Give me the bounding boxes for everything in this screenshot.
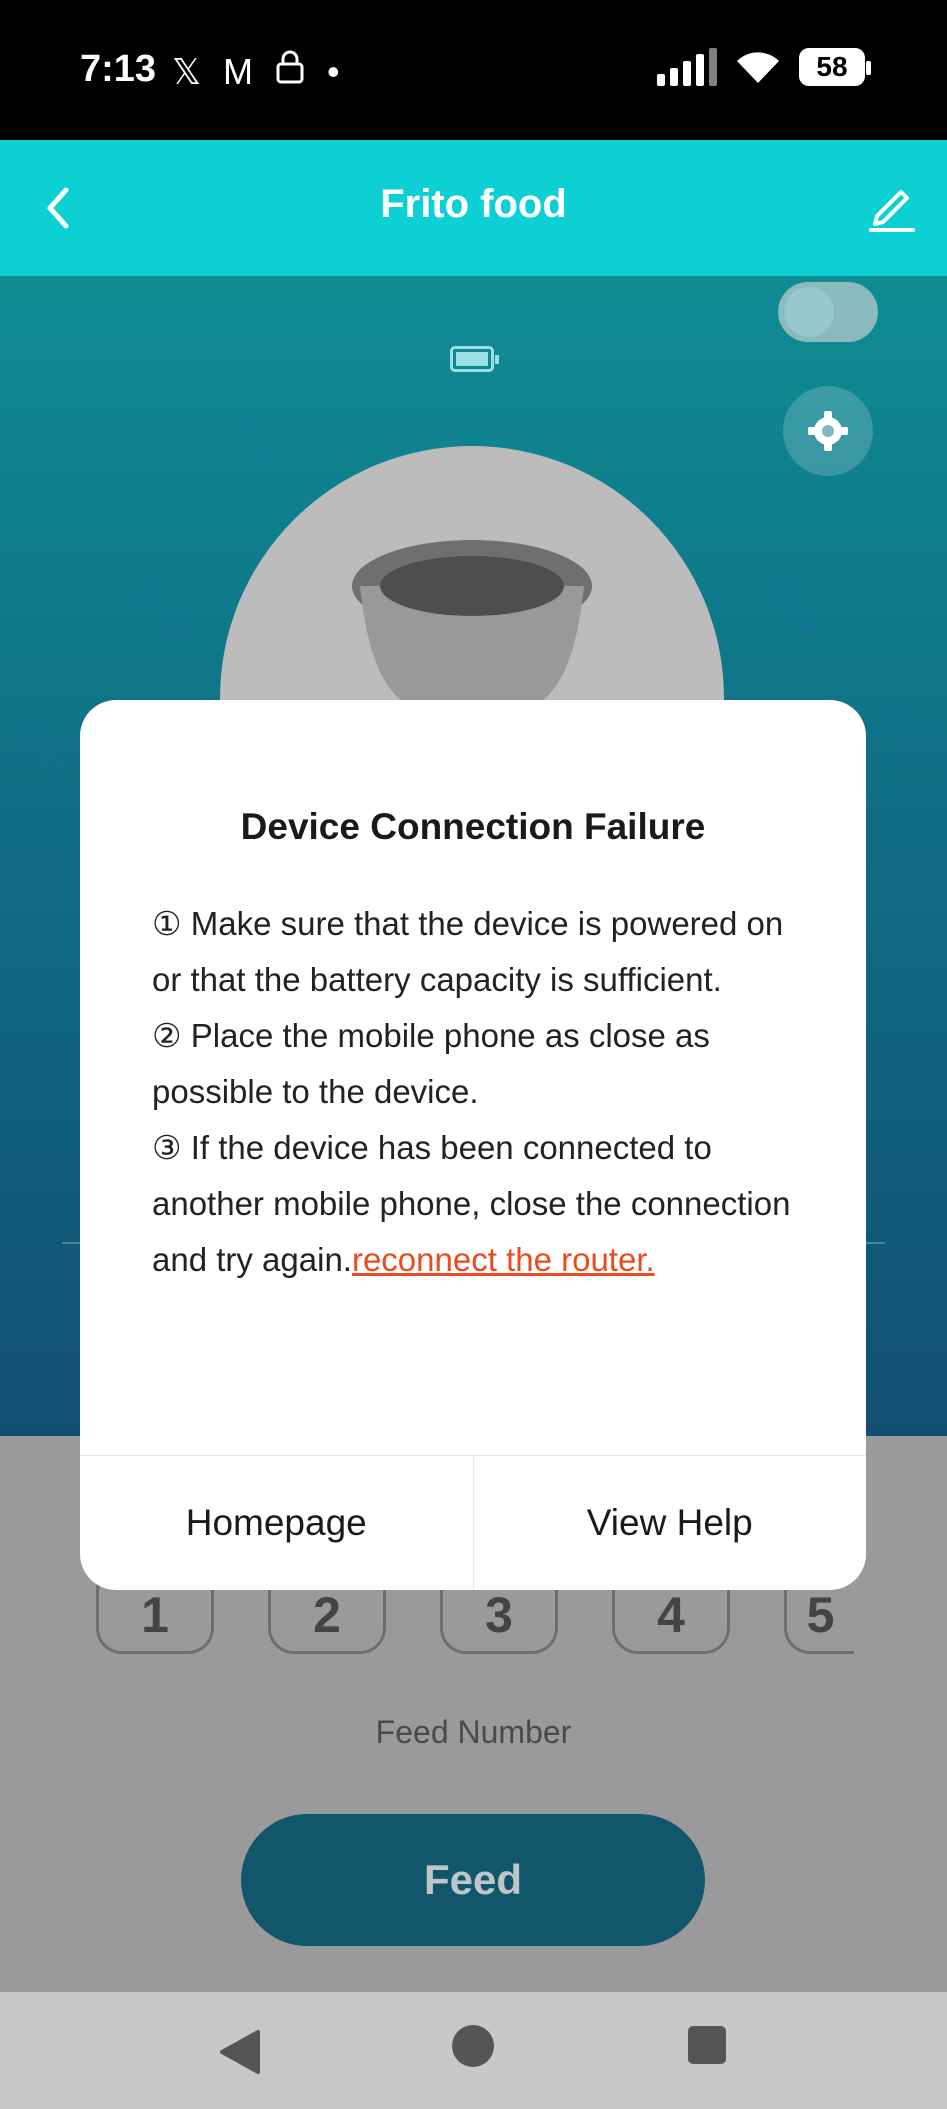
dialog-item: ① Make sure that the device is powered o… xyxy=(152,905,784,998)
nav-home-icon[interactable] xyxy=(452,2025,494,2067)
status-time: 7:13 xyxy=(80,48,157,90)
view-help-button[interactable]: View Help xyxy=(474,1456,867,1590)
connection-failure-dialog: Device Connection Failure ① Make sure th… xyxy=(80,700,866,1590)
nav-back-icon[interactable] xyxy=(218,2030,260,2074)
dialog-title: Device Connection Failure xyxy=(240,806,706,847)
nav-recents-icon[interactable] xyxy=(688,2026,726,2064)
dialog-body: ① Make sure that the device is powered o… xyxy=(152,896,800,1288)
dialog-actions: Homepage View Help xyxy=(80,1455,866,1590)
dialog-item: ② Place the mobile phone as close as pos… xyxy=(152,1017,710,1110)
reconnect-router-link[interactable]: reconnect the router. xyxy=(352,1241,655,1278)
paw-decoration-icon: 🐾 xyxy=(760,578,825,636)
paw-decoration-icon: 🐾 xyxy=(880,698,945,756)
status-right: 58 xyxy=(657,48,871,86)
signal-icon xyxy=(657,48,717,86)
page-title: Frito food xyxy=(380,182,567,226)
dot-icon: • xyxy=(327,50,340,92)
gmail-icon: M xyxy=(223,50,254,92)
paw-decoration-icon: 🐾 xyxy=(130,578,195,636)
dialog-item: ③ If the device has been connected to an… xyxy=(152,1120,800,1288)
paw-decoration-icon: 🐾 xyxy=(10,718,75,776)
power-toggle[interactable] xyxy=(778,282,878,342)
settings-button[interactable] xyxy=(783,386,873,476)
gear-icon xyxy=(808,411,848,451)
feed-number-label: Feed Number xyxy=(375,1714,572,1750)
lock-icon xyxy=(275,50,305,93)
notification-icons: 𝕏 M • xyxy=(172,50,340,93)
wifi-icon xyxy=(737,52,779,83)
system-nav-bar xyxy=(0,1992,947,2109)
edit-icon[interactable] xyxy=(861,178,921,238)
x-icon: 𝕏 xyxy=(172,50,202,92)
app-header: Frito food xyxy=(0,140,947,276)
battery-icon: 58 xyxy=(799,48,871,86)
toggle-knob xyxy=(784,287,834,337)
status-bar: 7:13 𝕏 M • 58 xyxy=(0,0,947,140)
feed-button[interactable]: Feed xyxy=(241,1814,705,1946)
homepage-button[interactable]: Homepage xyxy=(80,1456,474,1590)
device-battery-icon xyxy=(450,346,499,372)
